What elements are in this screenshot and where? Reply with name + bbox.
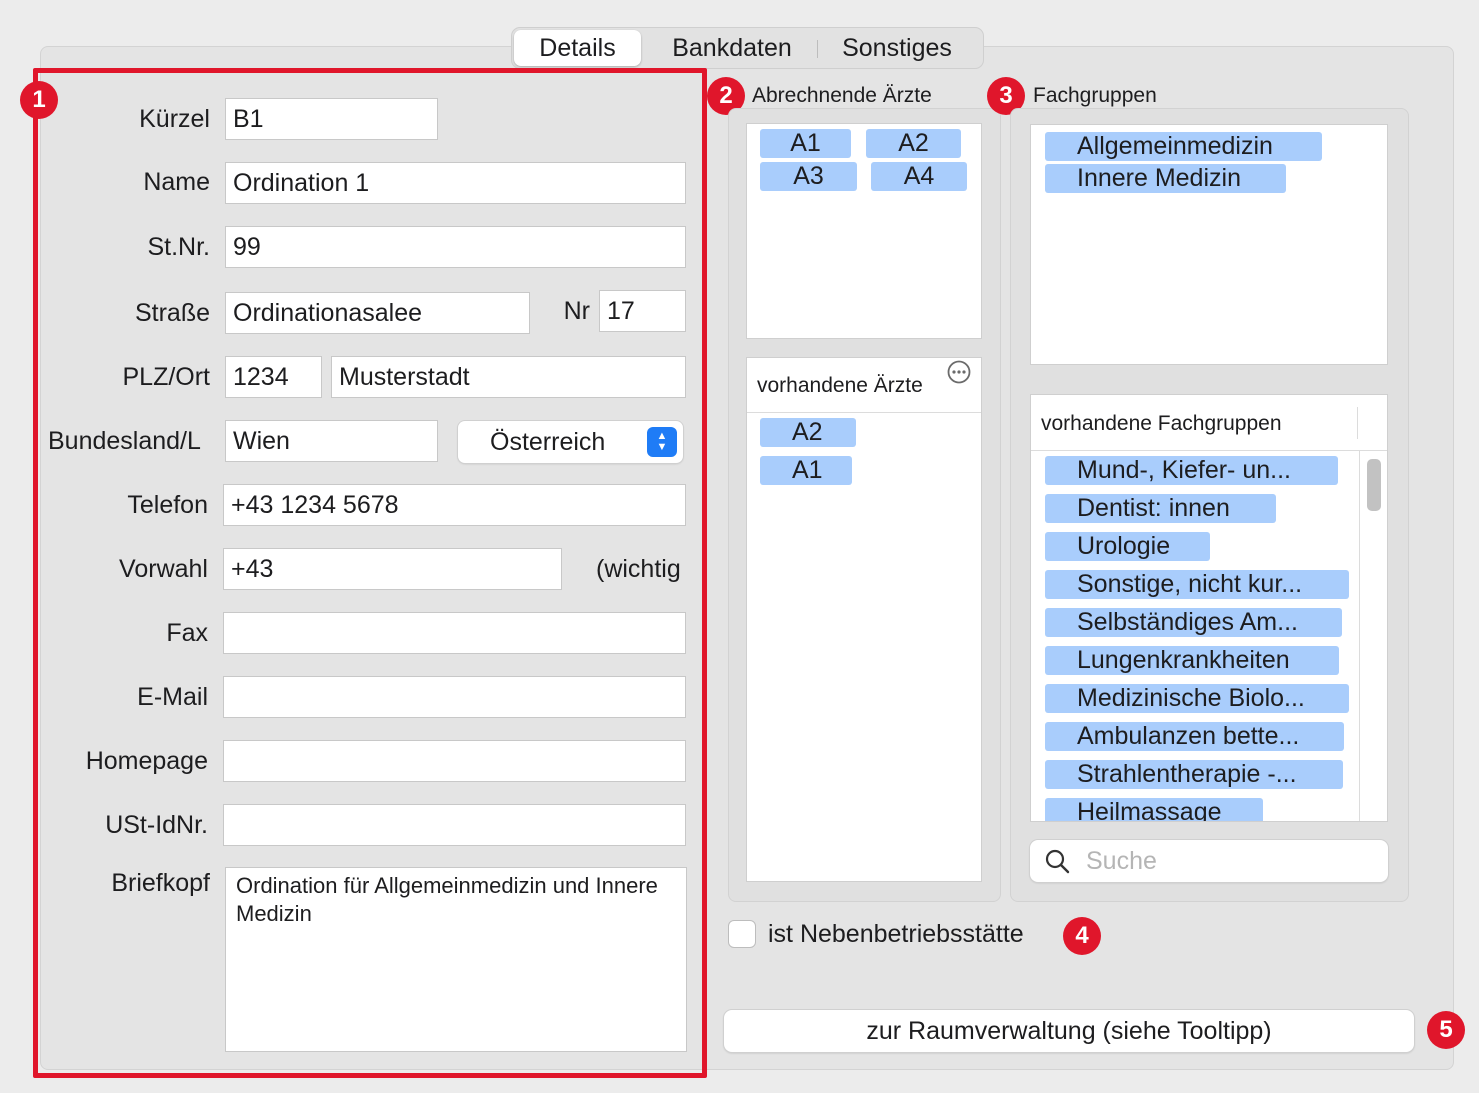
vorwahl-hint: (wichtig	[596, 555, 681, 583]
selected-arzt-token[interactable]: A4	[871, 162, 967, 191]
raumverwaltung-button[interactable]: zur Raumverwaltung (siehe Tooltipp)	[724, 1010, 1414, 1052]
select-stepper-icon: ▲ ▼	[647, 427, 677, 457]
strasse-field[interactable]: Ordinationasalee	[225, 292, 530, 334]
available-fachgruppe-token[interactable]: Mund-, Kiefer- un...	[1045, 456, 1338, 485]
available-fachgruppe-token[interactable]: Heilmassage	[1045, 798, 1263, 821]
available-fachgruppe-token[interactable]: Lungenkrankheiten	[1045, 646, 1339, 675]
available-fachgruppe-token[interactable]: Medizinische Biolo...	[1045, 684, 1349, 713]
vorwahl-field[interactable]: +43	[223, 548, 562, 590]
search-icon	[1045, 849, 1070, 874]
selected-fachgruppe-token[interactable]: Allgemeinmedizin	[1045, 132, 1322, 161]
available-aerzte-header: vorhandene Ärzte	[757, 374, 923, 397]
label-bundesland: Bundesland/L	[48, 427, 201, 455]
available-fachgruppe-token[interactable]: Ambulanzen bette...	[1045, 722, 1344, 751]
label-telefon: Telefon	[127, 491, 208, 519]
label-plzort: PLZ/Ort	[122, 363, 210, 391]
label-name: Name	[143, 168, 210, 196]
label-fax: Fax	[166, 619, 208, 647]
country-select[interactable]: Österreich ▲ ▼	[458, 421, 683, 463]
nebenbetrieb-checkbox[interactable]	[728, 920, 756, 948]
selected-fachgruppe-token[interactable]: Innere Medizin	[1045, 164, 1286, 193]
label-nr: Nr	[563, 297, 590, 325]
selected-arzt-token[interactable]: A2	[866, 129, 961, 158]
more-options-icon[interactable]	[946, 359, 972, 385]
tab-bankdaten[interactable]: Bankdaten	[647, 30, 817, 66]
tab-details[interactable]: Details	[514, 30, 641, 66]
bundesland-field[interactable]: Wien	[225, 420, 438, 462]
fachgruppen-search[interactable]: Suche	[1030, 840, 1388, 882]
available-arzt-token[interactable]: A1	[760, 456, 852, 485]
selected-arzt-token[interactable]: A3	[760, 162, 857, 191]
available-fachgruppen-header: vorhandene Fachgruppen	[1041, 412, 1282, 435]
label-strasse: Straße	[134, 299, 210, 327]
available-fachgruppen-list[interactable]: vorhandene Fachgruppen Mund-, Kiefer- un…	[1030, 394, 1388, 822]
tab-separator	[817, 40, 818, 58]
label-vorwahl: Vorwahl	[119, 555, 208, 583]
label-kuerzel: Kürzel	[139, 105, 210, 133]
fachgruppen-title: Fachgruppen	[1033, 84, 1157, 107]
plz-field[interactable]: 1234	[225, 356, 322, 398]
hausnummer-field[interactable]: 17	[599, 290, 686, 332]
available-aerzte-list[interactable]: vorhandene Ärzte A2 A1	[746, 357, 982, 882]
label-ustid: USt-IdNr.	[105, 811, 208, 839]
label-stnr: St.Nr.	[147, 233, 210, 261]
label-briefkopf: Briefkopf	[111, 869, 210, 897]
email-field[interactable]	[223, 676, 686, 718]
kuerzel-field[interactable]: B1	[225, 98, 438, 140]
available-fachgruppe-token[interactable]: Urologie	[1045, 532, 1210, 561]
fax-field[interactable]	[223, 612, 686, 654]
callout-badge-1: 1	[20, 81, 58, 119]
selected-aerzte-list[interactable]: A1 A2 A3 A4	[746, 123, 982, 339]
nebenbetrieb-label[interactable]: ist Nebenbetriebsstätte	[768, 920, 1024, 949]
tab-sonstiges[interactable]: Sonstiges	[822, 30, 972, 66]
aerzte-title: Abrechnende Ärzte	[752, 84, 932, 107]
available-fachgruppe-token[interactable]: Selbständiges Am...	[1045, 608, 1342, 637]
scroll-track-divider	[1359, 451, 1360, 821]
briefkopf-textarea[interactable]: Ordination für Allgemeinmedizin und Inne…	[225, 867, 687, 1052]
selected-arzt-token[interactable]: A1	[760, 129, 851, 158]
column-divider	[1357, 407, 1358, 439]
homepage-field[interactable]	[223, 740, 686, 782]
scrollbar-thumb[interactable]	[1367, 459, 1381, 511]
country-select-value: Österreich	[490, 427, 606, 456]
list-header-divider	[1031, 450, 1387, 451]
search-placeholder: Suche	[1086, 846, 1157, 875]
telefon-field[interactable]: +43 1234 5678	[223, 484, 686, 526]
ort-field[interactable]: Musterstadt	[331, 356, 686, 398]
stnr-field[interactable]: 99	[225, 226, 686, 268]
ustid-field[interactable]	[223, 804, 686, 846]
name-field[interactable]: Ordination 1	[225, 162, 686, 204]
selected-fachgruppen-list[interactable]: Allgemeinmedizin Innere Medizin	[1030, 124, 1388, 365]
available-fachgruppe-token[interactable]: Dentist: innen	[1045, 494, 1276, 523]
available-fachgruppe-token[interactable]: Strahlentherapie -...	[1045, 760, 1343, 789]
available-arzt-token[interactable]: A2	[760, 418, 856, 447]
list-header-divider	[747, 412, 981, 413]
available-fachgruppe-token[interactable]: Sonstige, nicht kur...	[1045, 570, 1349, 599]
label-email: E-Mail	[137, 683, 208, 711]
callout-badge-5: 5	[1427, 1011, 1465, 1049]
callout-badge-4: 4	[1063, 917, 1101, 955]
tab-bar: Details Bankdaten Sonstiges	[511, 27, 984, 69]
label-homepage: Homepage	[85, 747, 208, 775]
